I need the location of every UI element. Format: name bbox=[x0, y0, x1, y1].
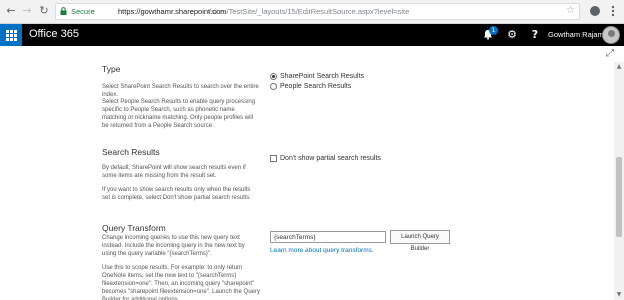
query-text-input[interactable] bbox=[270, 231, 386, 243]
search-results-heading: Search Results bbox=[102, 147, 160, 157]
launch-query-builder-button[interactable]: Launch Query Builder bbox=[390, 230, 450, 252]
scroll-up-icon[interactable]: ▲ bbox=[614, 62, 624, 72]
type-desc-2: Select People Search Results to enable q… bbox=[102, 99, 256, 129]
query-transform-heading: Query Transform bbox=[102, 223, 166, 233]
help-icon: ? bbox=[531, 28, 539, 41]
edit-result-source-form: Type Select SharePoint Search Results to… bbox=[0, 46, 614, 300]
query-transform-desc-1: Change incoming queries to use this new … bbox=[102, 235, 245, 257]
avatar[interactable] bbox=[602, 26, 620, 44]
radio-sharepoint-search[interactable]: SharePoint Search Results bbox=[270, 73, 364, 80]
checkbox-label: Don't show partial search results bbox=[280, 155, 381, 162]
notifications-button[interactable]: 1 bbox=[476, 24, 500, 46]
learn-more-link[interactable]: Learn more about query transforms. bbox=[270, 247, 374, 254]
notification-badge: 1 bbox=[489, 26, 498, 35]
lock-icon bbox=[60, 7, 67, 15]
app-launcher-icon[interactable] bbox=[0, 24, 22, 46]
menu-icon[interactable] bbox=[606, 4, 620, 18]
settings-button[interactable]: ⚙ bbox=[500, 24, 524, 46]
radio-label: SharePoint Search Results bbox=[280, 73, 365, 80]
url-path: /sites/TestSite/_layouts/15/EditResultSo… bbox=[209, 7, 410, 16]
vertical-scrollbar[interactable]: ▲ ▼ bbox=[614, 62, 624, 300]
browser-toolbar: ← → ↻ Secure https://gowthamr.sharepoint… bbox=[0, 0, 624, 24]
checkbox[interactable] bbox=[270, 155, 277, 162]
forward-icon[interactable]: → bbox=[20, 4, 34, 18]
radio-label: People Search Results bbox=[280, 83, 352, 90]
scroll-thumb[interactable] bbox=[616, 157, 622, 237]
scroll-down-icon[interactable]: ▼ bbox=[614, 290, 624, 300]
search-results-desc-2: If you want to show search results only … bbox=[102, 187, 251, 201]
gear-icon: ⚙ bbox=[507, 28, 517, 41]
help-button[interactable]: ? bbox=[523, 24, 547, 46]
radio-people-search[interactable]: People Search Results bbox=[270, 83, 351, 90]
brand-title[interactable]: Office 365 bbox=[29, 28, 79, 40]
search-results-desc-1: By default, SharePoint will show search … bbox=[102, 165, 246, 179]
query-transform-desc-2: Use this to scope results. For example: … bbox=[102, 265, 260, 300]
back-icon[interactable]: ← bbox=[4, 4, 18, 18]
partial-results-checkbox[interactable]: Don't show partial search results bbox=[270, 155, 381, 162]
bookmark-star-icon[interactable]: ☆ bbox=[566, 5, 575, 16]
radio-button[interactable] bbox=[270, 73, 277, 80]
extension-icon[interactable] bbox=[588, 4, 602, 18]
radio-button[interactable] bbox=[270, 83, 277, 90]
type-desc-1: Select SharePoint Search Results to sear… bbox=[102, 84, 259, 98]
suite-bar: Office 365 1 ⚙ ? Gowtham Rajaman... bbox=[0, 24, 624, 46]
address-bar[interactable]: Secure https://gowthamr.sharepoint.com /… bbox=[55, 3, 580, 20]
type-heading: Type bbox=[102, 64, 121, 74]
secure-label: Secure bbox=[71, 7, 95, 16]
reload-icon[interactable]: ↻ bbox=[37, 4, 51, 18]
